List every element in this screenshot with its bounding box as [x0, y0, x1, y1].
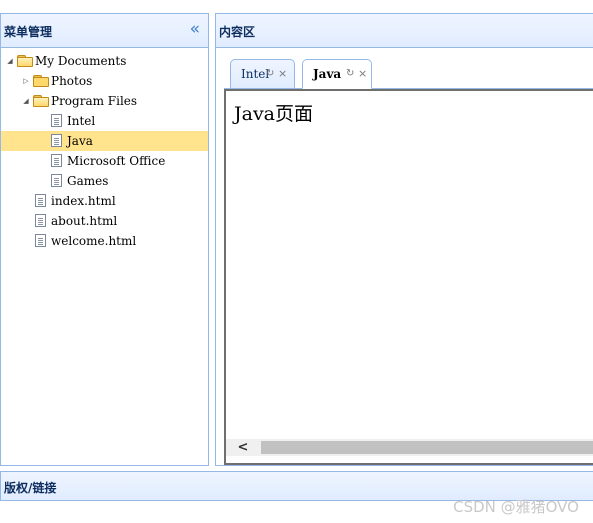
- tab-title: Intel: [241, 67, 270, 81]
- scroll-left-icon[interactable]: <: [226, 439, 260, 456]
- refresh-icon[interactable]: ↻: [346, 68, 354, 79]
- menu-tree: ◢ My Documents ▷ Photos ◢ Program Files Intel J…: [1, 51, 208, 251]
- tree-node-label: welcome.html: [51, 234, 137, 248]
- center-panel: 内容区 Intel ↻ × Java ↻ × Java页面 <: [215, 13, 593, 466]
- south-panel-title: 版权/链接: [4, 481, 57, 495]
- tree-node-label: Games: [67, 174, 109, 188]
- tree-node[interactable]: welcome.html: [1, 231, 208, 251]
- tree-node[interactable]: about.html: [1, 211, 208, 231]
- folder-open-icon: [17, 55, 33, 67]
- folder-open-icon: [33, 95, 49, 107]
- collapse-left-icon[interactable]: «: [190, 20, 200, 38]
- tab-java[interactable]: Java ↻ ×: [302, 59, 372, 89]
- west-panel-title: 菜单管理: [4, 25, 53, 39]
- scrollbar-thumb[interactable]: [261, 441, 593, 454]
- tree-node-label: Intel: [67, 114, 96, 128]
- file-icon: [35, 194, 46, 207]
- tree-node-label: Photos: [51, 74, 93, 88]
- tree-node[interactable]: Java: [1, 131, 208, 151]
- tree-collapsed-icon[interactable]: ▷: [21, 71, 31, 91]
- tree-node[interactable]: Intel: [1, 111, 208, 131]
- file-icon: [51, 154, 62, 167]
- folder-icon: [33, 75, 49, 87]
- close-icon[interactable]: ×: [358, 67, 367, 80]
- close-icon[interactable]: ×: [278, 67, 287, 80]
- tree-node-label: Microsoft Office: [67, 154, 166, 168]
- tree-node[interactable]: Microsoft Office: [1, 151, 208, 171]
- tree-node[interactable]: ◢ My Documents: [1, 51, 208, 71]
- tree-expanded-icon[interactable]: ◢: [21, 91, 31, 111]
- tabs-bar: Intel ↻ × Java ↻ ×: [224, 55, 593, 89]
- tab-intel[interactable]: Intel ↻ ×: [230, 59, 295, 89]
- refresh-icon[interactable]: ↻: [266, 68, 274, 79]
- page-heading: Java页面: [234, 103, 314, 125]
- west-panel-header: 菜单管理 «: [1, 14, 208, 48]
- file-icon: [51, 114, 62, 127]
- tree-node-label: about.html: [51, 214, 118, 228]
- west-panel: 菜单管理 « ◢ My Documents ▷ Photos ◢ Program File…: [0, 13, 209, 466]
- tree-expanded-icon[interactable]: ◢: [5, 51, 15, 71]
- horizontal-scrollbar[interactable]: <: [226, 439, 593, 456]
- tree-node[interactable]: Games: [1, 171, 208, 191]
- center-panel-header: 内容区: [216, 14, 593, 48]
- center-panel-title: 内容区: [219, 25, 256, 39]
- tree-node-label: index.html: [51, 194, 116, 208]
- tree-node[interactable]: index.html: [1, 191, 208, 211]
- file-icon: [51, 174, 62, 187]
- tree-node-label: Program Files: [51, 94, 138, 108]
- watermark: CSDN @雅猪OVO: [453, 498, 579, 516]
- file-icon: [51, 134, 62, 147]
- tree-node[interactable]: ◢ Program Files: [1, 91, 208, 111]
- file-icon: [35, 234, 46, 247]
- tree-node-label: My Documents: [35, 54, 127, 68]
- tree-node-label: Java: [67, 134, 93, 148]
- file-icon: [35, 214, 46, 227]
- tree-node[interactable]: ▷ Photos: [1, 71, 208, 91]
- tab-content: Java页面 <: [224, 89, 593, 465]
- tab-title: Java: [313, 67, 342, 81]
